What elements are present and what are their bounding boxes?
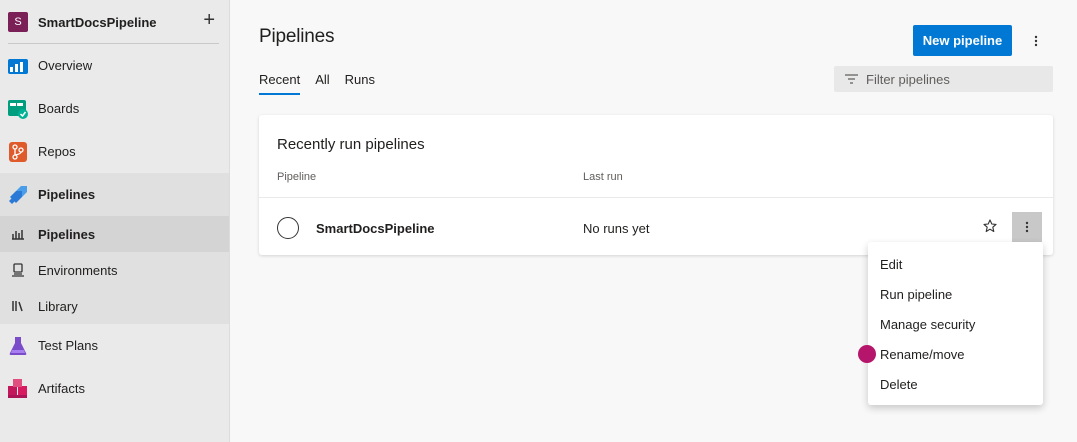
sidebar-item-label: Test Plans xyxy=(38,338,98,353)
boards-icon xyxy=(6,97,30,121)
nav-list: Overview Boards Repos Pipelines Pipeline… xyxy=(0,44,229,410)
filter-input[interactable]: Filter pipelines xyxy=(834,66,1053,92)
pipelines-sub-icon xyxy=(10,226,26,242)
page-title: Pipelines xyxy=(259,26,335,47)
divider xyxy=(8,43,219,44)
card-title: Recently run pipelines xyxy=(277,136,425,153)
column-header-pipeline: Pipeline xyxy=(277,171,317,183)
last-run-value: No runs yet xyxy=(583,221,650,236)
tab-recent[interactable]: Recent xyxy=(259,72,301,95)
sidebar-item-label: Repos xyxy=(38,144,76,159)
repos-icon xyxy=(6,140,30,164)
sidebar-item-test-plans[interactable]: Test Plans xyxy=(0,324,229,367)
project-avatar: S xyxy=(8,12,28,32)
sidebar-item-label: Pipelines xyxy=(38,187,96,202)
sidebar-subitem-library[interactable]: Library xyxy=(0,288,229,324)
sidebar-item-pipelines[interactable]: Pipelines xyxy=(0,173,229,216)
sidebar-item-label: Library xyxy=(38,298,78,314)
pipeline-name[interactable]: SmartDocsPipeline xyxy=(316,221,435,236)
menu-item-run-pipeline[interactable]: Run pipeline xyxy=(868,279,1043,309)
overview-icon xyxy=(6,54,30,78)
recent-pipelines-card: Recently run pipelines Pipeline Last run… xyxy=(259,115,1053,255)
pipelines-icon xyxy=(6,183,30,207)
sidebar-item-label: Pipelines xyxy=(38,226,96,242)
menu-item-manage-security[interactable]: Manage security xyxy=(868,309,1043,339)
tab-bar: Recent All Runs xyxy=(259,72,390,95)
main-content: Pipelines New pipeline Recent All Runs F… xyxy=(230,0,1077,442)
sidebar-item-label: Boards xyxy=(38,101,80,116)
menu-item-rename-move[interactable]: Rename/move xyxy=(868,339,1043,369)
sidebar-item-boards[interactable]: Boards xyxy=(0,87,229,130)
project-header[interactable]: S SmartDocsPipeline + xyxy=(0,0,229,44)
status-icon xyxy=(277,217,299,239)
add-icon[interactable]: + xyxy=(203,10,215,30)
column-header-last-run: Last run xyxy=(583,171,623,183)
environments-icon xyxy=(10,262,26,278)
cursor-marker xyxy=(858,345,876,363)
tab-runs[interactable]: Runs xyxy=(345,72,375,95)
project-name[interactable]: SmartDocsPipeline xyxy=(38,15,157,30)
sidebar-item-label: Overview xyxy=(38,58,93,73)
test-plans-icon xyxy=(6,334,30,358)
context-menu: Edit Run pipeline Manage security Rename… xyxy=(868,242,1043,405)
new-pipeline-button[interactable]: New pipeline xyxy=(913,25,1012,56)
sidebar-item-overview[interactable]: Overview xyxy=(0,44,229,87)
sidebar: S SmartDocsPipeline + Overview Boards Re… xyxy=(0,0,230,442)
artifacts-icon xyxy=(6,377,30,401)
star-icon[interactable] xyxy=(980,216,1000,236)
menu-item-delete[interactable]: Delete xyxy=(868,369,1043,399)
sidebar-item-repos[interactable]: Repos xyxy=(0,130,229,173)
filter-icon xyxy=(844,72,858,86)
sidebar-item-label: Artifacts xyxy=(38,381,85,396)
sidebar-item-artifacts[interactable]: Artifacts xyxy=(0,367,229,410)
filter-placeholder: Filter pipelines xyxy=(866,71,950,87)
menu-item-edit[interactable]: Edit xyxy=(868,249,1043,279)
more-vertical-icon xyxy=(1025,221,1029,233)
more-vertical-icon[interactable] xyxy=(1026,29,1046,53)
sidebar-item-label: Environments xyxy=(38,262,118,278)
library-icon xyxy=(10,298,26,314)
sidebar-subitem-environments[interactable]: Environments xyxy=(0,252,229,288)
tab-all[interactable]: All xyxy=(315,72,329,95)
sidebar-subitem-pipelines[interactable]: Pipelines xyxy=(0,216,229,252)
row-more-button[interactable] xyxy=(1012,212,1042,242)
